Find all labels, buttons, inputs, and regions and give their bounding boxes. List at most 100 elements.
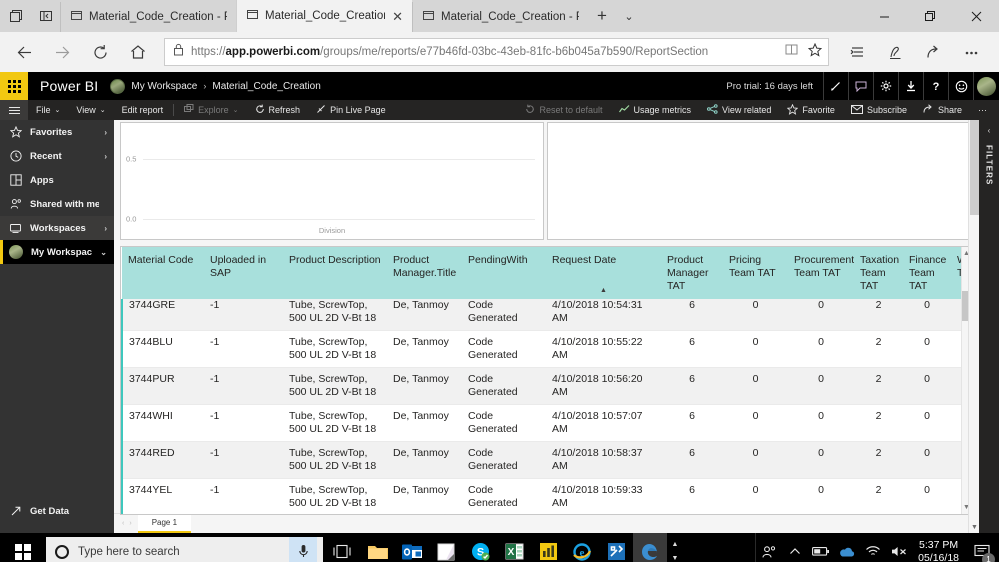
column-header-pricing-team-tat[interactable]: Pricing Team TAT	[723, 247, 788, 299]
toolbar-usage-metrics-button[interactable]: Usage metrics	[611, 100, 700, 120]
reading-view-icon[interactable]	[785, 43, 798, 61]
breadcrumb-workspace[interactable]: My Workspace	[131, 81, 197, 92]
settings-icon[interactable]	[873, 72, 898, 100]
chevron-left-icon[interactable]: ‹	[988, 120, 991, 145]
powerbi-brand[interactable]: Power BI	[28, 78, 110, 94]
page-prev-icon[interactable]: ‹	[122, 520, 124, 527]
search-input[interactable]: Type here to search	[46, 537, 323, 562]
sidebar-item-recent[interactable]: Recent ›	[0, 144, 114, 168]
page-scrollbar-thumb[interactable]	[970, 120, 979, 215]
column-header-procurement-team-tat[interactable]: Procurement Team TAT	[788, 247, 854, 299]
hamburger-menu-icon[interactable]	[0, 100, 28, 120]
account-avatar[interactable]	[973, 72, 999, 100]
set-tabs-aside-icon[interactable]	[8, 8, 24, 24]
column-header-product-description[interactable]: Product Description	[283, 247, 387, 299]
more-icon[interactable]	[953, 36, 989, 68]
toolbar-view-related-button[interactable]: View related	[699, 100, 779, 120]
smiley-icon[interactable]	[948, 72, 973, 100]
table-row[interactable]: 3744PUR -1 Tube, ScrewTop, 500 UL 2D V-B…	[121, 367, 968, 405]
chart-visual[interactable]: 0.5 0.0 Division	[120, 122, 544, 240]
back-button[interactable]	[6, 36, 42, 68]
filters-panel-collapsed[interactable]: ‹ FILTERS	[979, 120, 999, 533]
column-header-product-manager-tat[interactable]: Product Manager TAT	[661, 247, 723, 299]
toolbar-refresh-button[interactable]: Refresh	[247, 100, 309, 120]
column-header-pendingwith[interactable]: PendingWith	[462, 247, 546, 299]
action-center-icon[interactable]: 1	[967, 533, 997, 562]
sidebar-item-my-workspace[interactable]: My Workspace ⌄	[0, 240, 114, 264]
share-icon[interactable]	[915, 36, 951, 68]
people-icon[interactable]	[756, 533, 782, 562]
column-header-request-date[interactable]: Request Date ▲	[546, 247, 661, 299]
close-icon[interactable]: ✕	[392, 10, 403, 23]
microphone-icon[interactable]	[289, 537, 317, 562]
minimize-button[interactable]	[861, 0, 907, 32]
star-icon[interactable]	[807, 42, 823, 62]
toolbar-subscribe-button[interactable]: Subscribe	[843, 100, 915, 120]
table-row[interactable]: 3744YEL -1 Tube, ScrewTop, 500 UL 2D V-B…	[121, 478, 968, 514]
page-vertical-scrollbar[interactable]: ▲ ▼	[968, 120, 979, 533]
windows-start-icon[interactable]	[0, 533, 46, 562]
volume-muted-icon[interactable]	[886, 533, 912, 562]
power-bi-desktop-icon[interactable]	[531, 533, 565, 562]
table-row[interactable]: 3744WHI -1 Tube, ScrewTop, 500 UL 2D V-B…	[121, 404, 968, 442]
toolbar-favorite-button[interactable]: Favorite	[779, 100, 843, 120]
wifi-icon[interactable]	[860, 533, 886, 562]
show-hidden-icons-chevron[interactable]	[782, 533, 808, 562]
sidebar-item-get-data[interactable]: Get Data	[0, 499, 114, 523]
browser-tab-3[interactable]: Material_Code_Creation - P	[412, 2, 588, 32]
taskbar-clock[interactable]: 5:37 PM 05/16/18	[912, 539, 967, 562]
sidebar-item-workspaces[interactable]: Workspaces ›	[0, 216, 114, 240]
page-next-icon[interactable]: ›	[129, 520, 131, 527]
close-button[interactable]	[953, 0, 999, 32]
scroll-down-icon[interactable]: ▼	[970, 522, 979, 533]
tabs-you-set-aside-icon[interactable]	[38, 8, 54, 24]
new-tab-button[interactable]: +	[588, 0, 616, 32]
notes-icon[interactable]	[877, 36, 913, 68]
hub-icon[interactable]	[839, 36, 875, 68]
column-header-material-code[interactable]: Material Code	[122, 247, 204, 299]
table-row[interactable]: 3744BLU -1 Tube, ScrewTop, 500 UL 2D V-B…	[121, 330, 968, 368]
microsoft-edge-icon[interactable]	[633, 533, 667, 562]
table-row[interactable]: 3744GRE -1 Tube, ScrewTop, 500 UL 2D V-B…	[121, 299, 968, 331]
home-button[interactable]	[120, 36, 156, 68]
app-launcher-icon[interactable]	[0, 72, 28, 100]
chevron-down-icon[interactable]: ⌄	[616, 0, 642, 32]
sidebar-item-shared-with-me[interactable]: Shared with me	[0, 192, 114, 216]
column-header-finance-team-tat[interactable]: Finance Team TAT	[903, 247, 951, 299]
forward-button[interactable]	[44, 36, 80, 68]
restore-button[interactable]	[907, 0, 953, 32]
page-tab-page-1[interactable]: Page 1	[137, 514, 192, 533]
file-explorer-icon[interactable]	[361, 533, 395, 562]
onedrive-icon[interactable]	[834, 533, 860, 562]
refresh-button[interactable]	[82, 36, 118, 68]
toolbar-edit-report-button[interactable]: Edit report	[114, 100, 172, 120]
column-header-product-manager-title[interactable]: Product Manager.Title	[387, 247, 462, 299]
table-vertical-scrollbar[interactable]: ▲ ▼	[961, 247, 968, 514]
feedback-icon[interactable]	[848, 72, 873, 100]
task-view-icon[interactable]	[323, 533, 361, 562]
sidebar-item-apps[interactable]: Apps	[0, 168, 114, 192]
toolbar-file-menu[interactable]: File ⌄	[28, 100, 68, 120]
sort-ascending-icon[interactable]: ▲	[600, 284, 607, 297]
skype-icon[interactable]: S	[463, 533, 497, 562]
help-icon[interactable]: ?	[923, 72, 948, 100]
pen-icon[interactable]	[823, 72, 848, 100]
onenote-icon[interactable]	[429, 533, 463, 562]
toolbar-view-menu[interactable]: View ⌄	[68, 100, 113, 120]
chevron-down-icon[interactable]: ▼	[672, 555, 679, 562]
internet-explorer-icon[interactable]: e	[565, 533, 599, 562]
breadcrumb-report[interactable]: Material_Code_Creation	[212, 81, 320, 92]
table-row[interactable]: 3744RED -1 Tube, ScrewTop, 500 UL 2D V-B…	[121, 441, 968, 479]
battery-icon[interactable]	[808, 533, 834, 562]
chevron-up-icon[interactable]: ▲	[672, 541, 679, 548]
column-header-uploaded-in-sap[interactable]: Uploaded in SAP	[204, 247, 283, 299]
sidebar-item-favorites[interactable]: Favorites ›	[0, 120, 114, 144]
column-header-taxation-team-tat[interactable]: Taxation Team TAT	[854, 247, 903, 299]
toolbar-share-button[interactable]: Share	[915, 100, 970, 120]
download-icon[interactable]	[898, 72, 923, 100]
address-bar[interactable]: https://app.powerbi.com/groups/me/report…	[164, 38, 829, 66]
tools-icon[interactable]	[599, 533, 633, 562]
browser-tab-2-active[interactable]: Material_Code_Creation ✕	[236, 0, 412, 32]
browser-tab-1[interactable]: Material_Code_Creation - P	[60, 2, 236, 32]
excel-icon[interactable]: X	[497, 533, 531, 562]
